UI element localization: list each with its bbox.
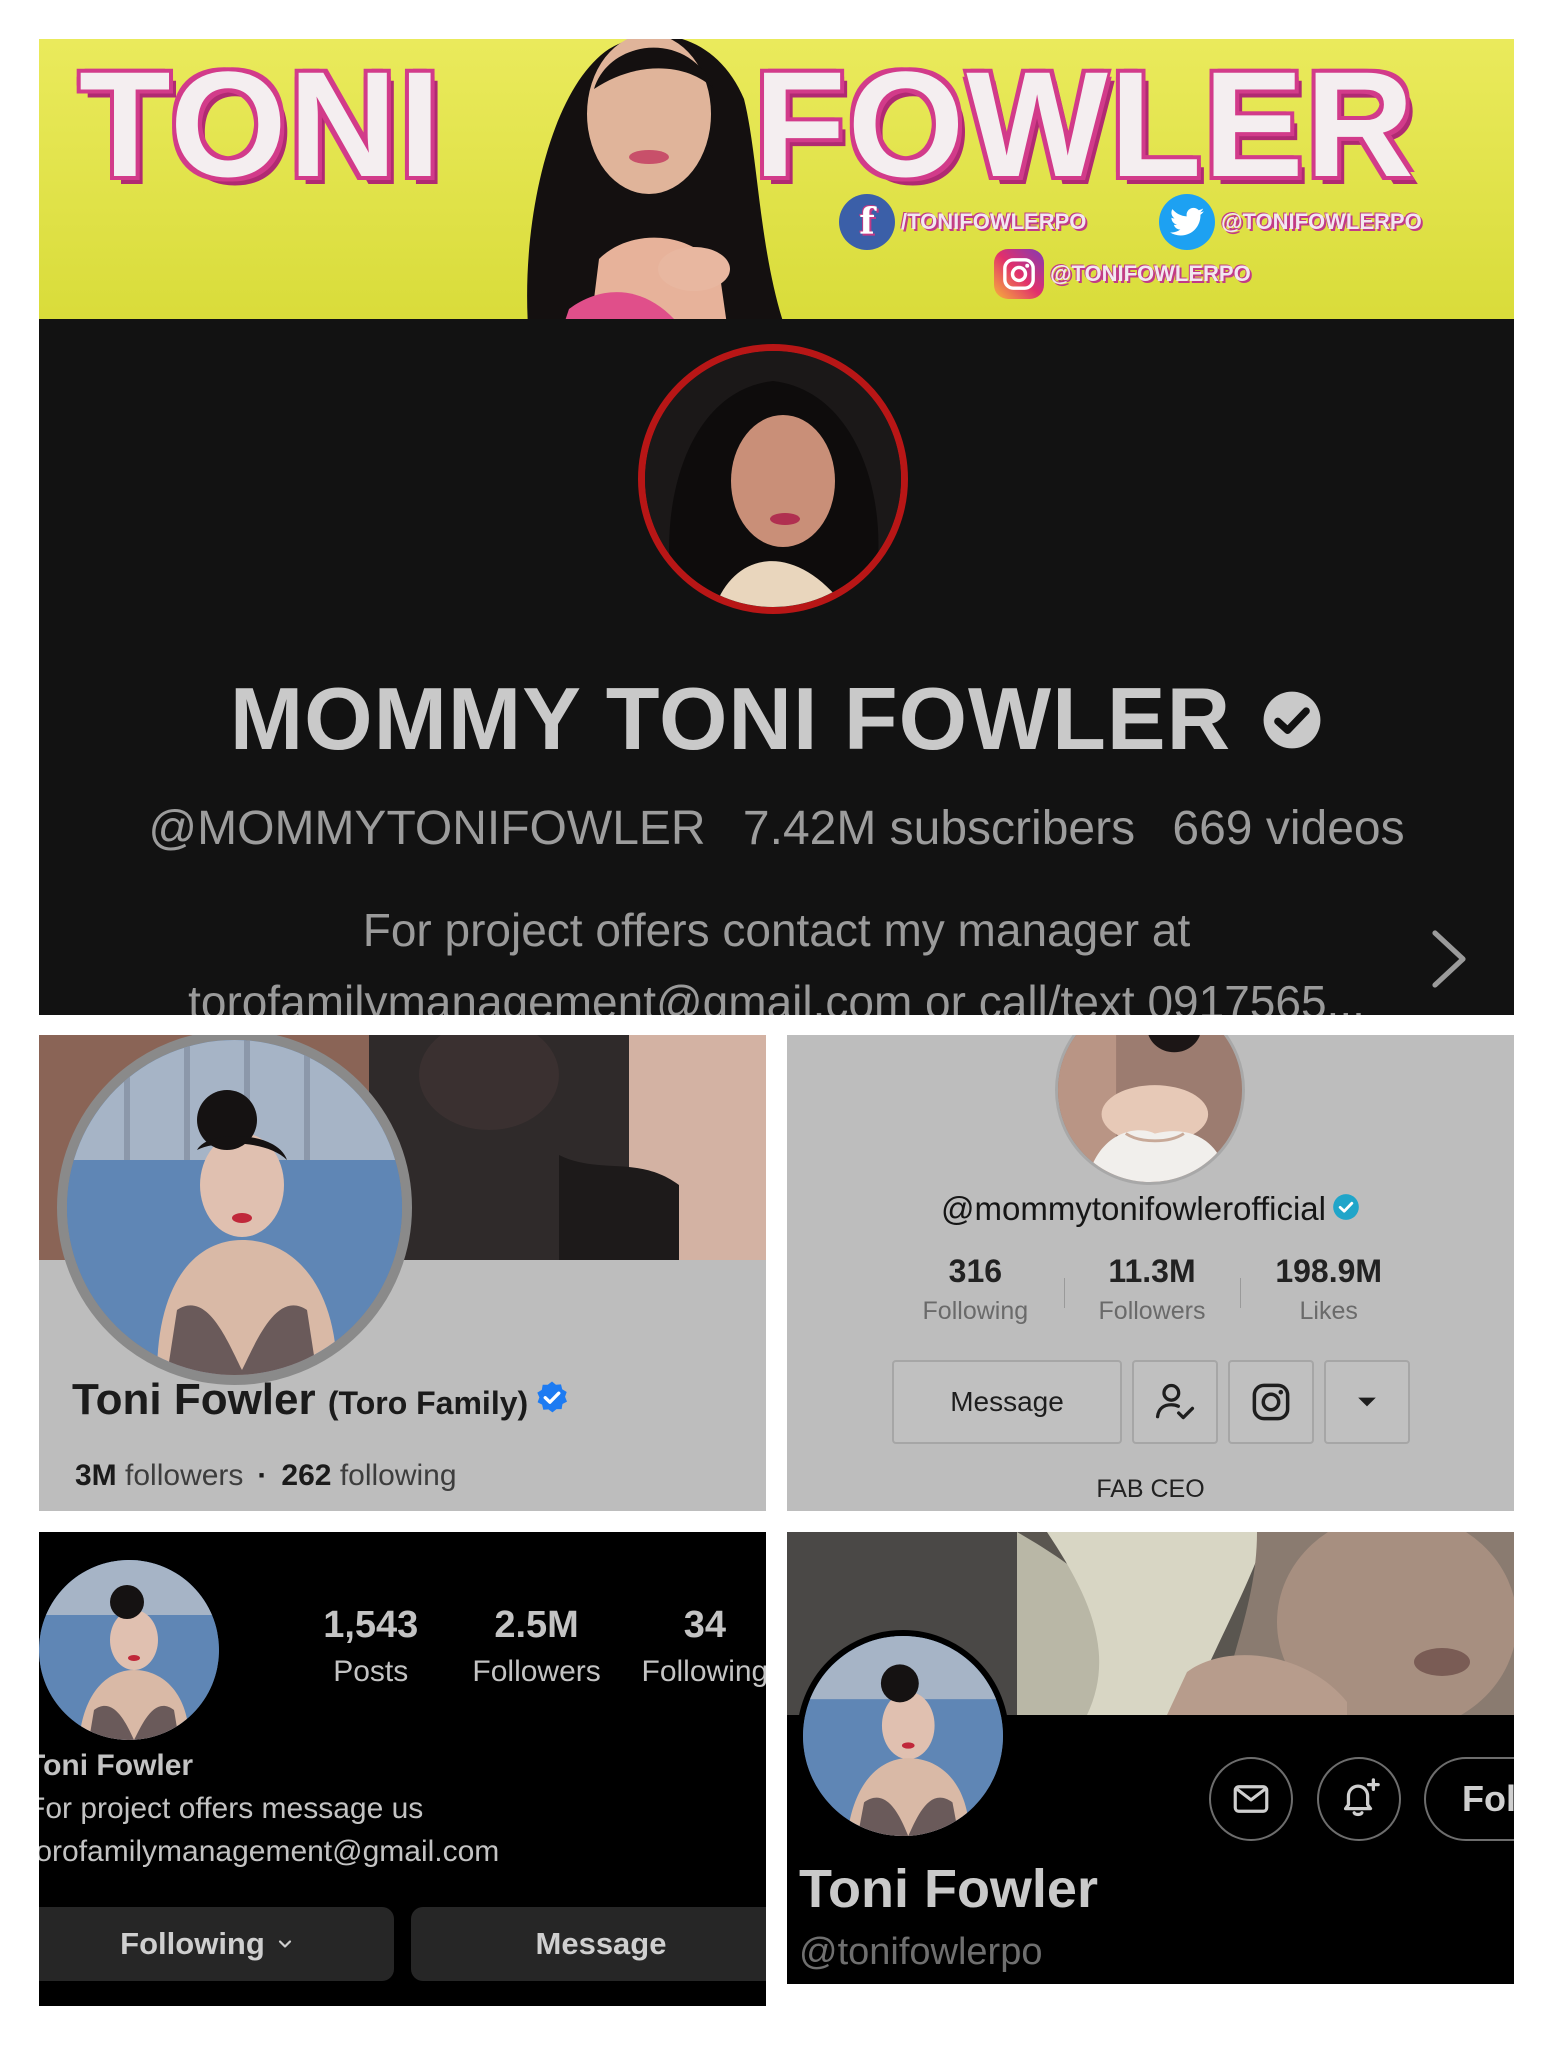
tiktok-bio: FAB CEO bbox=[1096, 1475, 1205, 1503]
banner-portrait bbox=[527, 39, 783, 319]
facebook-profile-panel: Toni Fowler (Toro Family) 3M followers · 2… bbox=[39, 1035, 766, 1511]
channel-avatar-image bbox=[645, 351, 901, 607]
tiktok-stats: 316 Following 11.3M Followers 198.9M Lik… bbox=[887, 1250, 1417, 1330]
following-label[interactable]: following bbox=[340, 1459, 457, 1492]
bio-name: Toni Fowler bbox=[39, 1749, 194, 1782]
stat-posts[interactable]: 1,543 Posts bbox=[289, 1602, 452, 1696]
channel-description[interactable]: For project offers contact my manager at… bbox=[39, 894, 1514, 1015]
stat-label: Following bbox=[922, 1297, 1029, 1325]
profile-name: Toni Fowler (Toro Family) bbox=[72, 1375, 570, 1425]
tiktok-handle-text: @mommytonifowlerofficial bbox=[941, 1190, 1326, 1227]
video-count: 669 videos bbox=[1172, 802, 1405, 855]
instagram-stats: 1,543 Posts 2.5M Followers 34 Following bbox=[289, 1602, 766, 1696]
stat-following[interactable]: 34 Following bbox=[621, 1602, 767, 1696]
stat-following[interactable]: 316 Following bbox=[887, 1250, 1064, 1330]
profile-picture-image bbox=[803, 1636, 1003, 1836]
facebook-icon: f bbox=[839, 194, 895, 250]
profile-picture[interactable] bbox=[797, 1630, 1009, 1842]
profile-picture-image bbox=[67, 1040, 402, 1375]
instagram-bio: Toni Fowler For project offers message u… bbox=[39, 1744, 499, 1873]
following-count: 262 bbox=[281, 1459, 332, 1492]
profile-picture-image bbox=[39, 1560, 219, 1740]
banner-twitter-link: @TONIFOWLERPO bbox=[1159, 194, 1422, 250]
verified-badge-icon bbox=[1333, 1194, 1359, 1221]
message-button[interactable]: Message bbox=[892, 1360, 1122, 1444]
bell-plus-icon bbox=[1343, 1778, 1380, 1817]
channel-name-text: MOMMY TONI FOWLER bbox=[229, 669, 1232, 768]
profile-stats: 3M followers · 262 following bbox=[75, 1459, 457, 1493]
user-check-icon bbox=[1155, 1383, 1195, 1420]
followers-count: 3M bbox=[75, 1459, 117, 1492]
stat-followers[interactable]: 2.5M Followers bbox=[452, 1602, 620, 1696]
twitter-profile-panel: Follow Toni Fowler @tonifowlerpo bbox=[787, 1532, 1514, 1984]
following-button-label: Following bbox=[120, 1926, 265, 1961]
description-line-2: torofamilymanagement@gmail.com or call/t… bbox=[188, 976, 1365, 1015]
stat-value: 2.5M bbox=[494, 1604, 579, 1646]
twitter-icon bbox=[1159, 194, 1215, 250]
separator-dot: · bbox=[257, 1459, 268, 1492]
verified-badge-icon bbox=[537, 1381, 568, 1413]
subscriber-count: 7.42M subscribers bbox=[742, 802, 1136, 855]
profile-name-suffix: (Toro Family) bbox=[327, 1385, 529, 1421]
description-line-1: For project offers contact my manager at bbox=[362, 904, 1191, 956]
notifications-button[interactable] bbox=[1317, 1757, 1401, 1841]
instagram-link-button[interactable] bbox=[1228, 1360, 1314, 1444]
banner-instagram-text: @TONIFOWLERPO bbox=[1050, 261, 1251, 286]
stat-value: 198.9M bbox=[1275, 1253, 1383, 1289]
following-button[interactable]: Following bbox=[39, 1907, 394, 1981]
caret-down-icon bbox=[1358, 1397, 1376, 1407]
profile-handle: @tonifowlerpo bbox=[799, 1931, 1043, 1973]
instagram-profile-panel: 1,543 Posts 2.5M Followers 34 Following … bbox=[39, 1532, 766, 2006]
follow-button[interactable]: Follow bbox=[1424, 1757, 1514, 1841]
stat-followers[interactable]: 11.3M Followers bbox=[1063, 1250, 1241, 1330]
stat-value: 11.3M bbox=[1108, 1253, 1196, 1289]
profile-picture[interactable] bbox=[57, 1035, 412, 1385]
followers-label[interactable]: followers bbox=[125, 1459, 243, 1492]
stat-likes: 198.9M Likes bbox=[1240, 1250, 1417, 1330]
channel-name: MOMMY TONI FOWLER bbox=[39, 669, 1514, 769]
follow-user-button[interactable] bbox=[1132, 1360, 1218, 1444]
stat-value: 1,543 bbox=[323, 1604, 419, 1646]
bio-line-2[interactable]: torofamilymanagement@gmail.com bbox=[39, 1830, 499, 1873]
stat-value: 316 bbox=[948, 1253, 1003, 1289]
tiktok-handle: @mommytonifowlerofficial bbox=[787, 1190, 1514, 1228]
chevron-down-icon bbox=[278, 1940, 291, 1948]
instagram-icon bbox=[994, 249, 1044, 299]
mail-icon bbox=[1233, 1785, 1269, 1813]
profile-picture[interactable] bbox=[1055, 1035, 1245, 1185]
banner-facebook-link: f /TONIFOWLERPO bbox=[839, 194, 1086, 250]
channel-handle: @MOMMYTONIFOWLER bbox=[148, 802, 706, 855]
channel-avatar[interactable] bbox=[638, 344, 908, 614]
profile-picture-image bbox=[1058, 1035, 1242, 1182]
more-options-button[interactable] bbox=[1324, 1360, 1410, 1444]
message-button[interactable]: Message bbox=[411, 1907, 766, 1981]
stat-label: Followers bbox=[1098, 1297, 1206, 1325]
profile-name-text: Toni Fowler bbox=[72, 1375, 316, 1424]
profile-name: Toni Fowler bbox=[799, 1859, 1098, 1919]
verified-check-icon bbox=[1263, 691, 1321, 749]
stat-value: 34 bbox=[683, 1604, 726, 1646]
banner-instagram-link: @TONIFOWLERPO bbox=[994, 249, 1251, 299]
banner-facebook-text: /TONIFOWLERPO bbox=[901, 209, 1087, 234]
chevron-right-icon[interactable] bbox=[1429, 929, 1469, 989]
channel-banner: TONI FOWLER f /TONIFOWLERPO @TONIFOWLERP… bbox=[39, 39, 1514, 319]
stat-label: Posts bbox=[333, 1655, 409, 1688]
tiktok-actions: Message bbox=[892, 1360, 1410, 1444]
banner-twitter-text: @TONIFOWLERPO bbox=[1221, 209, 1422, 234]
banner-title-right: FOWLER bbox=[754, 40, 1416, 208]
channel-meta: @MOMMYTONIFOWLER 7.42M subscribers 669 v… bbox=[39, 799, 1514, 859]
stat-label: Likes bbox=[1299, 1297, 1358, 1325]
direct-message-button[interactable] bbox=[1209, 1757, 1293, 1841]
tiktok-profile-panel: @mommytonifowlerofficial 316 Following 1… bbox=[787, 1035, 1514, 1511]
stat-label: Followers bbox=[472, 1655, 601, 1688]
profile-picture[interactable] bbox=[39, 1560, 219, 1740]
banner-title-left: TONI bbox=[79, 40, 443, 208]
instagram-icon bbox=[1252, 1383, 1290, 1421]
bio-line-1: For project offers message us bbox=[39, 1792, 424, 1825]
youtube-profile-panel: TONI FOWLER f /TONIFOWLERPO @TONIFOWLERP… bbox=[39, 39, 1514, 1015]
stat-label: Following bbox=[641, 1655, 767, 1688]
